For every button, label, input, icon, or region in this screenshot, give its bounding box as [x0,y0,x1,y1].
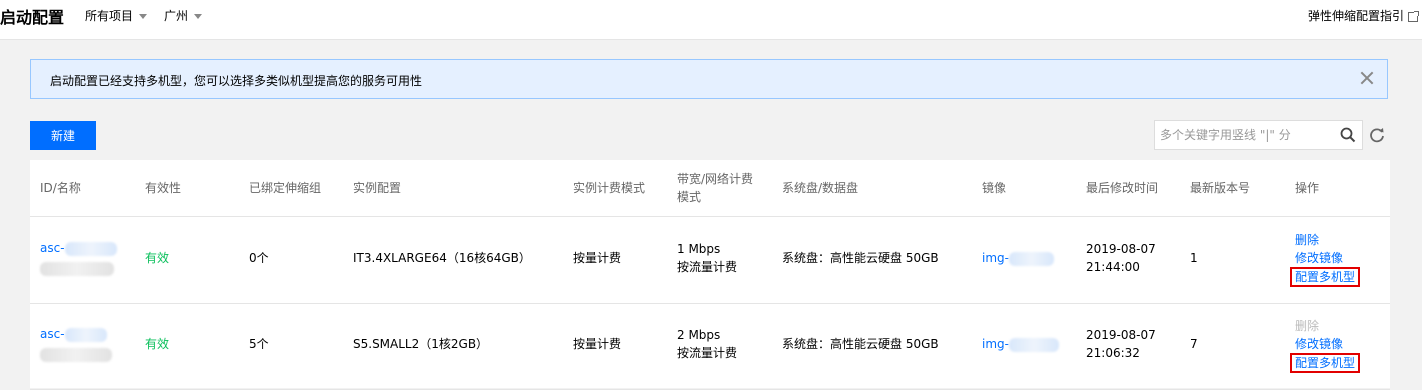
notice-text: 启动配置已经支持多机型，您可以选择多类似机型提高您的服务可用性 [50,74,423,88]
config-id[interactable]: asc- [40,239,117,257]
col-bandwidth-line2: 模式 [677,190,702,204]
modified-date: 2019-08-07 [1086,242,1156,256]
bandwidth-value: 2 Mbps [677,328,721,342]
disk-info: 系统盘：高性能云硬盘 50GB [782,251,939,265]
image-link[interactable]: img- [982,251,1009,265]
image-cell[interactable]: img- [982,335,1059,353]
region-dropdown[interactable]: 广州 [164,7,203,24]
col-instance-config: 实例配置 [353,181,402,195]
chevron-down-icon [194,14,203,19]
new-button[interactable]: 新建 [30,121,96,150]
version: 7 [1190,337,1198,351]
guide-link-label: 弹性伸缩配置指引 [1307,9,1404,23]
redacted-name [40,261,114,276]
config-name [40,345,112,363]
modify-image-button[interactable]: 修改镜像 [1295,335,1360,353]
validity-status: 有效 [145,337,170,351]
col-image: 镜像 [982,181,1007,195]
modified-date: 2019-08-07 [1086,328,1156,342]
bandwidth-value: 1 Mbps [677,242,721,256]
bandwidth-cell: 1 Mbps 按流量计费 [677,240,737,276]
bound-groups: 5个 [249,337,269,351]
col-bound-groups: 已绑定伸缩组 [249,181,322,195]
col-bandwidth-line1: 带宽/网络计费 [677,172,754,186]
network-billing: 按流量计费 [677,346,738,360]
image-cell[interactable]: img- [982,249,1054,267]
redacted-id [64,327,107,342]
project-dropdown-label: 所有项目 [85,9,134,23]
col-version: 最新版本号 [1190,181,1251,195]
table-row: asc- 有效 5个 S5.SMALL2（1核2GB） 按量计费 2 Mbps … [30,303,1390,390]
billing-mode: 按量计费 [573,337,622,351]
col-disk: 系统盘/数据盘 [782,181,859,195]
modified-time: 21:44:00 [1086,260,1140,274]
modified-time-cell: 2019-08-07 21:06:32 [1086,326,1156,362]
modified-time: 21:06:32 [1086,346,1140,360]
search-box [1154,120,1363,150]
bandwidth-cell: 2 Mbps 按流量计费 [677,326,737,362]
config-id-link[interactable]: asc- [40,327,65,341]
redacted-name [40,347,112,362]
validity-status: 有效 [145,251,170,265]
col-actions: 操作 [1295,181,1320,195]
table-header: ID/名称 有效性 已绑定伸缩组 实例配置 实例计费模式 带宽/网络计费 模式 … [30,160,1390,217]
configure-multi-type-button[interactable]: 配置多机型 [1290,353,1361,373]
search-input[interactable] [1155,121,1330,149]
table-row: asc- 有效 0个 IT3.4XLARGE64（16核64GB） 按量计费 1… [30,217,1390,304]
guide-link[interactable]: 弹性伸缩配置指引 [1307,7,1419,24]
row-actions: 删除 修改镜像 配置多机型 [1290,317,1361,373]
modify-image-button[interactable]: 修改镜像 [1295,249,1360,267]
bound-groups: 0个 [249,251,269,265]
region-dropdown-label: 广州 [164,9,189,23]
configure-multi-type-button[interactable]: 配置多机型 [1290,267,1361,287]
delete-button[interactable]: 删除 [1295,317,1360,335]
config-table: ID/名称 有效性 已绑定伸缩组 实例配置 实例计费模式 带宽/网络计费 模式 … [30,160,1390,390]
page-title: 启动配置 [0,8,65,27]
row-actions: 删除 修改镜像 配置多机型 [1290,231,1361,287]
redacted-image [1008,337,1059,352]
col-validity: 有效性 [145,181,182,195]
delete-button[interactable]: 删除 [1295,231,1360,249]
chevron-down-icon [139,14,148,19]
col-modified: 最后修改时间 [1086,181,1159,195]
project-dropdown[interactable]: 所有项目 [85,7,148,24]
refresh-icon[interactable] [1368,126,1386,144]
version: 1 [1190,251,1198,265]
search-icon[interactable] [1340,127,1356,143]
config-name [40,259,114,277]
modified-time-cell: 2019-08-07 21:44:00 [1086,240,1156,276]
billing-mode: 按量计费 [573,251,622,265]
col-bandwidth: 带宽/网络计费 模式 [677,170,753,206]
close-icon[interactable] [1357,68,1377,88]
top-bar: 启动配置 所有项目 广州 弹性伸缩配置指引 [0,0,1422,40]
config-id[interactable]: asc- [40,325,107,343]
col-id-name: ID/名称 [40,181,81,195]
notice-banner: 启动配置已经支持多机型，您可以选择多类似机型提高您的服务可用性 [30,59,1388,99]
redacted-image [1008,251,1054,266]
instance-config: IT3.4XLARGE64（16核64GB） [353,251,531,265]
external-link-icon [1408,10,1419,22]
config-id-link[interactable]: asc- [40,241,65,255]
network-billing: 按流量计费 [677,260,738,274]
disk-info: 系统盘：高性能云硬盘 50GB [782,337,939,351]
col-billing-mode: 实例计费模式 [573,181,646,195]
instance-config: S5.SMALL2（1核2GB） [353,337,489,351]
redacted-id [64,241,117,256]
image-link[interactable]: img- [982,337,1009,351]
